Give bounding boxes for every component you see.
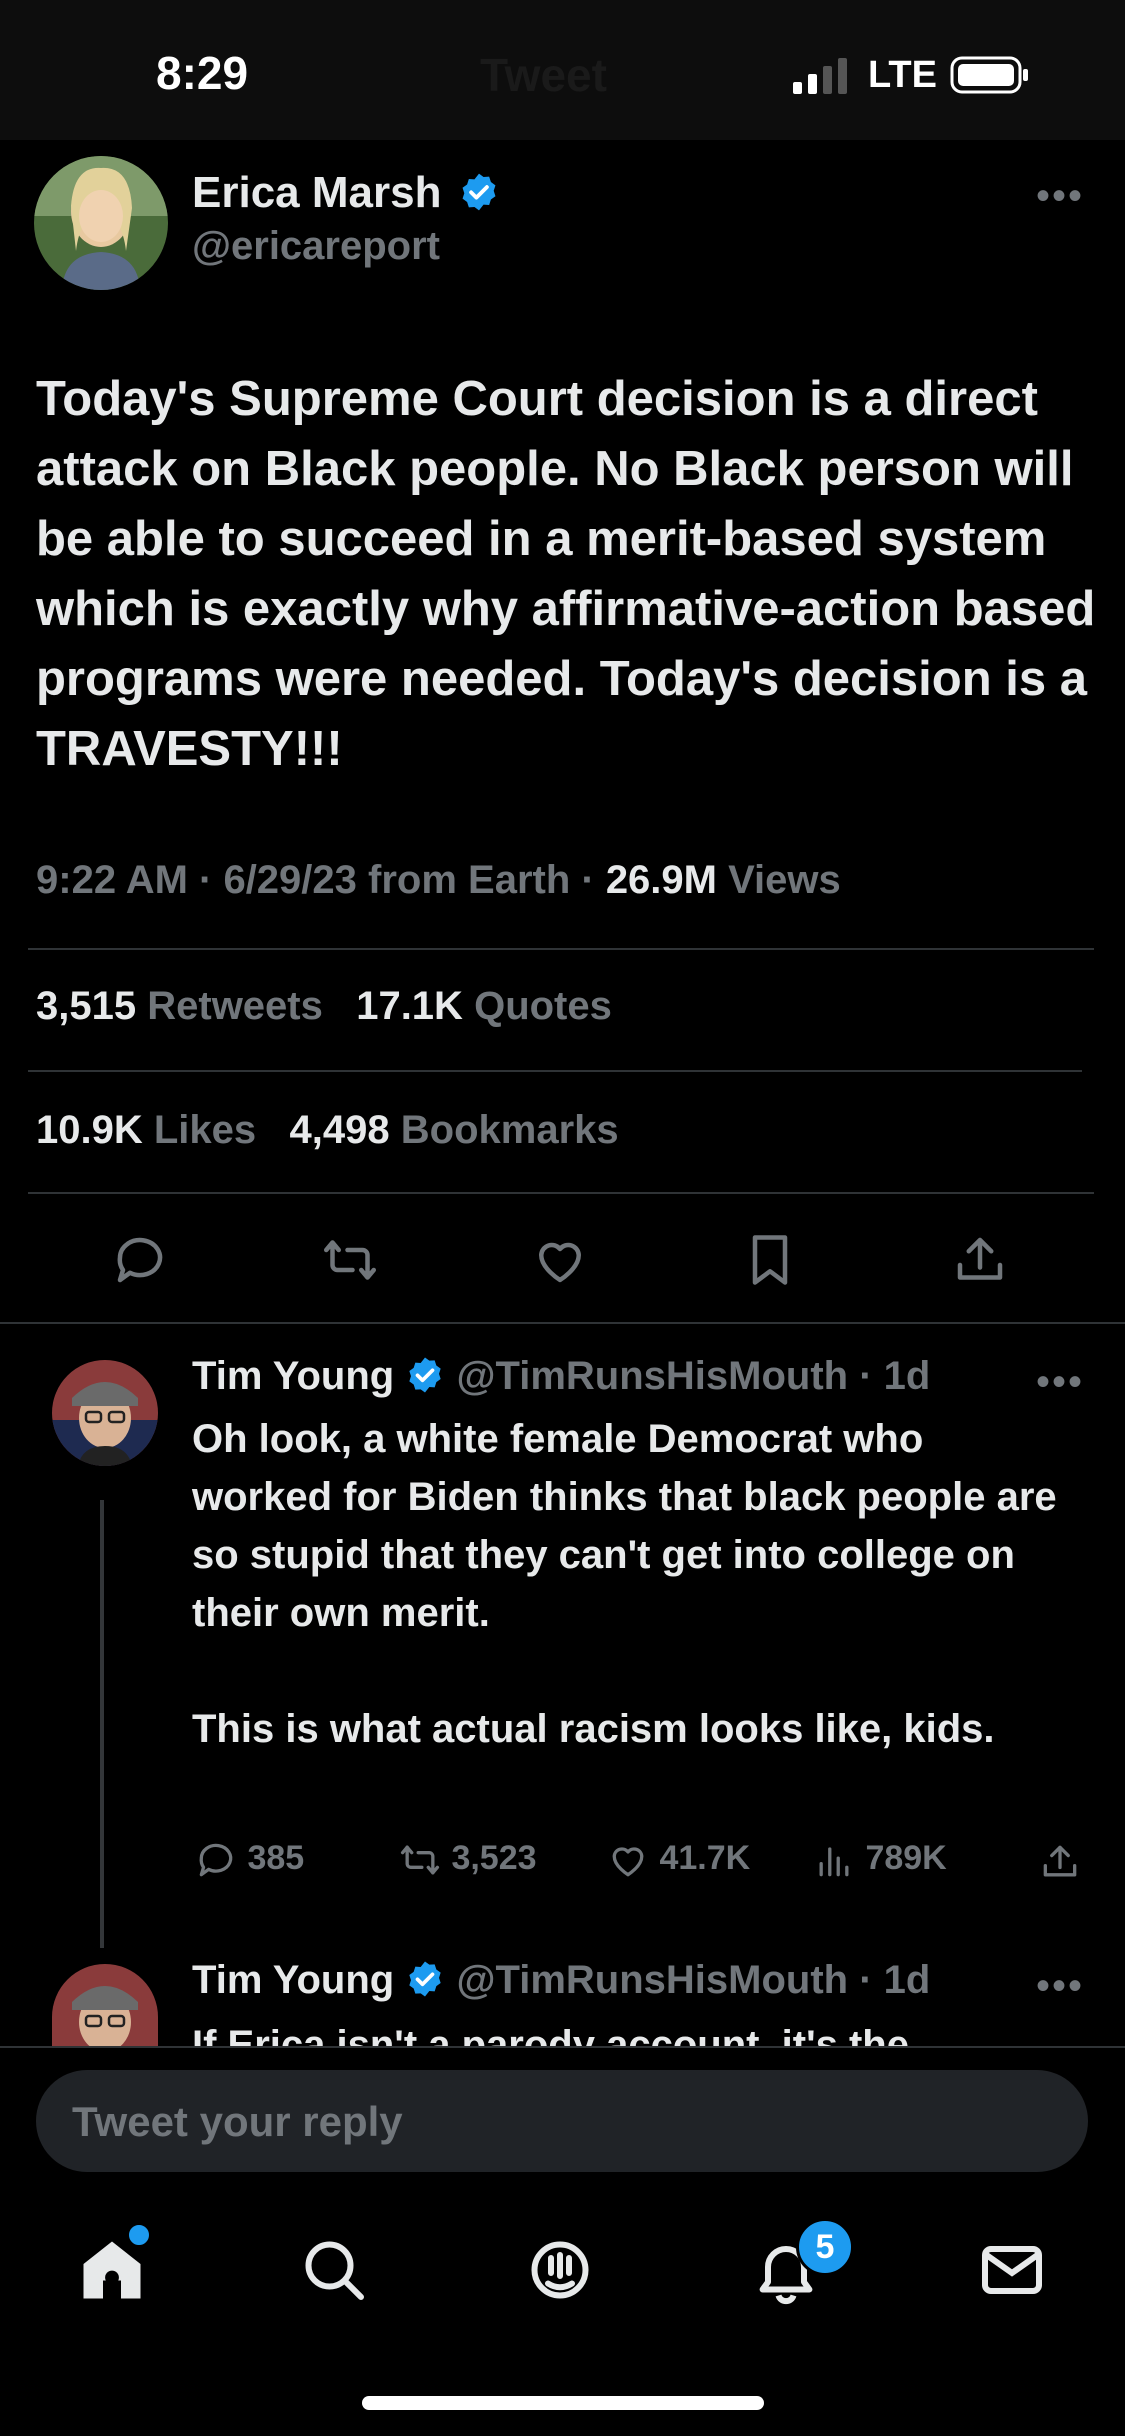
likes-label: Likes bbox=[153, 1108, 257, 1152]
reply-header[interactable]: Tim Young @TimRunsHisMouth · 1d bbox=[192, 1354, 930, 1399]
likes-bookmarks-stats: 10.9K Likes 4,498 Bookmarks bbox=[36, 1108, 619, 1153]
like-count: 41.7K bbox=[659, 1838, 751, 1877]
notifications-badge: 5 bbox=[796, 2218, 854, 2276]
retweets-count: 3,515 bbox=[36, 984, 137, 1028]
retweets-label: Retweets bbox=[147, 984, 323, 1028]
reply-count: 385 bbox=[247, 1838, 305, 1877]
views-count: 26.9M bbox=[605, 858, 717, 902]
verified-badge-icon bbox=[409, 1961, 442, 1997]
likes-stat[interactable]: 10.9K Likes bbox=[36, 1108, 256, 1152]
bookmarks-label: Bookmarks bbox=[400, 1108, 619, 1152]
reply-placeholder: Tweet your reply bbox=[72, 2098, 403, 2145]
verified-badge-icon bbox=[462, 173, 496, 211]
reply-author-name[interactable]: Tim Young bbox=[192, 1958, 394, 2002]
like-icon bbox=[612, 1847, 644, 1877]
retweets-stat[interactable]: 3,515 Retweets bbox=[36, 984, 323, 1028]
reply-reply-action[interactable]: 385 bbox=[194, 1838, 304, 1882]
view-count: 789K bbox=[865, 1838, 947, 1877]
verified-badge-icon bbox=[409, 1357, 442, 1393]
divider bbox=[28, 1192, 1094, 1194]
retweet-icon[interactable] bbox=[320, 1230, 380, 1290]
author-avatar[interactable] bbox=[34, 156, 168, 290]
author-name-row[interactable]: Erica Marsh bbox=[192, 168, 500, 218]
divider bbox=[28, 948, 1094, 950]
retweet-count: 3,523 bbox=[451, 1838, 537, 1877]
reply-views-action[interactable]: 789K bbox=[812, 1838, 947, 1882]
ghost-header-title: Tweet bbox=[480, 49, 607, 101]
reply-more-options-icon[interactable]: ••• bbox=[1036, 1360, 1084, 1405]
reply-icon[interactable] bbox=[110, 1230, 170, 1290]
views-label: Views bbox=[716, 858, 841, 902]
reply-age: · 1d bbox=[848, 1354, 931, 1398]
bookmark-icon[interactable] bbox=[740, 1230, 800, 1290]
divider bbox=[28, 1070, 1082, 1072]
like-icon[interactable] bbox=[530, 1230, 590, 1290]
bookmarks-count: 4,498 bbox=[289, 1108, 390, 1152]
spaces-icon[interactable] bbox=[524, 2234, 596, 2306]
reply-share-icon[interactable] bbox=[1038, 1840, 1082, 1884]
views-icon bbox=[819, 1847, 849, 1877]
divider bbox=[0, 1322, 1125, 1324]
reply-icon bbox=[199, 1843, 233, 1877]
more-options-icon[interactable]: ••• bbox=[1036, 174, 1084, 219]
quotes-stat[interactable]: 17.1K Quotes bbox=[356, 984, 612, 1028]
reply-avatar[interactable] bbox=[52, 1964, 158, 2046]
network-label: LTE bbox=[868, 54, 937, 96]
reply-author-name[interactable]: Tim Young bbox=[192, 1354, 394, 1398]
reply-author-handle[interactable]: @TimRunsHisMouth bbox=[456, 1354, 848, 1398]
reply-text-paragraph: This is what actual racism looks like, k… bbox=[192, 1707, 995, 1751]
author-name[interactable]: Erica Marsh bbox=[192, 168, 441, 217]
bookmarks-stat[interactable]: 4,498 Bookmarks bbox=[290, 1108, 619, 1152]
reply-text-paragraph: Oh look, a white female Democrat who wor… bbox=[192, 1417, 1057, 1635]
home-indicator[interactable] bbox=[362, 2396, 764, 2410]
tweet-meta: 9:22 AM · 6/29/23 from Earth · 26.9M Vie… bbox=[36, 858, 841, 903]
likes-count: 10.9K bbox=[36, 1108, 143, 1152]
thread-line bbox=[100, 1500, 104, 1948]
retweet-quote-stats: 3,515 Retweets 17.1K Quotes bbox=[36, 984, 612, 1029]
author-handle[interactable]: @ericareport bbox=[192, 224, 440, 269]
search-icon[interactable] bbox=[298, 2234, 370, 2306]
reply-age: · 1d bbox=[848, 1958, 931, 2002]
tweet-text: Today's Supreme Court decision is a dire… bbox=[36, 372, 1096, 776]
reply-like-action[interactable]: 41.7K bbox=[606, 1838, 750, 1882]
reply-text: Oh look, a white female Democrat who wor… bbox=[192, 1410, 1072, 1758]
reply-avatar[interactable] bbox=[52, 1360, 158, 1466]
messages-icon[interactable] bbox=[976, 2234, 1048, 2306]
home-unread-dot bbox=[126, 2222, 152, 2248]
battery-icon bbox=[950, 56, 1028, 94]
reply-more-options-icon[interactable]: ••• bbox=[1036, 1964, 1084, 2009]
reply-header[interactable]: Tim Young @TimRunsHisMouth · 1d bbox=[192, 1958, 930, 2003]
signal-icon bbox=[793, 58, 847, 94]
quotes-count: 17.1K bbox=[356, 984, 463, 1028]
share-icon[interactable] bbox=[950, 1230, 1010, 1290]
quotes-label: Quotes bbox=[474, 984, 612, 1028]
status-time: 8:29 bbox=[156, 47, 249, 99]
reply-author-handle[interactable]: @TimRunsHisMouth bbox=[456, 1958, 848, 2002]
reply-text-partial: If Erica isn't a parody account, it's th… bbox=[192, 2023, 909, 2046]
retweet-icon bbox=[400, 1845, 440, 1875]
tweet-timestamp: 9:22 AM · 6/29/23 from Earth · bbox=[36, 858, 606, 902]
reply-retweet-action[interactable]: 3,523 bbox=[398, 1838, 537, 1882]
